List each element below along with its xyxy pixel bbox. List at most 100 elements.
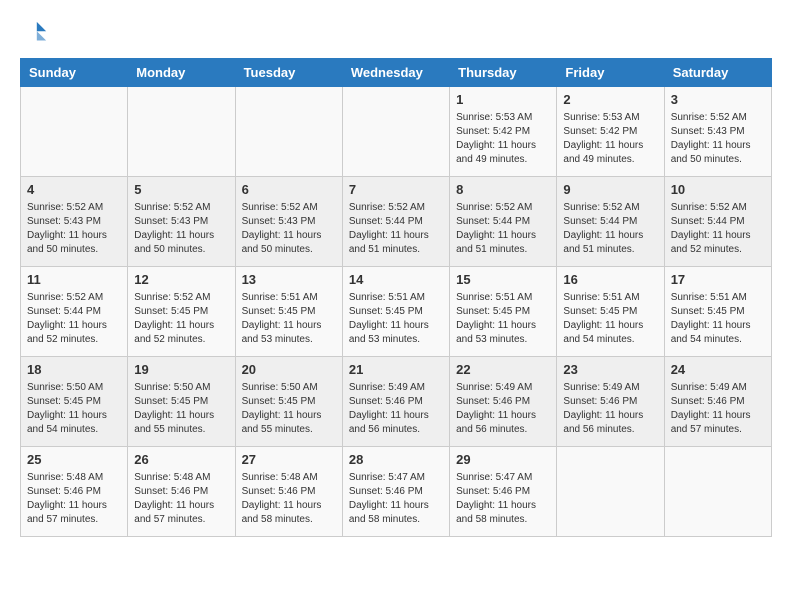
day-number: 26 [134,451,228,469]
day-number: 21 [349,361,443,379]
calendar-cell: 22 Sunrise: 5:49 AM Sunset: 5:46 PM Dayli… [450,357,557,447]
calendar-cell: 28 Sunrise: 5:47 AM Sunset: 5:46 PM Dayli… [342,447,449,537]
calendar-cell: 8 Sunrise: 5:52 AM Sunset: 5:44 PM Daylig… [450,177,557,267]
week-row-1: 1 Sunrise: 5:53 AM Sunset: 5:42 PM Daylig… [21,87,772,177]
day-number: 23 [563,361,657,379]
day-number: 7 [349,181,443,199]
page-header [20,20,772,48]
day-info: Sunrise: 5:50 AM Sunset: 5:45 PM Dayligh… [134,381,228,437]
day-info: Sunrise: 5:52 AM Sunset: 5:43 PM Dayligh… [27,201,121,257]
day-number: 29 [456,451,550,469]
day-number: 15 [456,271,550,289]
day-info: Sunrise: 5:52 AM Sunset: 5:43 PM Dayligh… [671,111,765,167]
calendar-cell: 17 Sunrise: 5:51 AM Sunset: 5:45 PM Dayli… [664,267,771,357]
day-number: 10 [671,181,765,199]
calendar-cell: 24Sunrise: 5:49 AM Sunset: 5:46 PM Dayli… [664,357,771,447]
day-number: 5 [134,181,228,199]
day-info: Sunrise: 5:51 AM Sunset: 5:45 PM Dayligh… [671,291,765,347]
day-info: Sunrise: 5:52 AM Sunset: 5:44 PM Dayligh… [563,201,657,257]
calendar-cell: 5 Sunrise: 5:52 AM Sunset: 5:43 PM Daylig… [128,177,235,267]
calendar-header-row: SundayMondayTuesdayWednesdayThursdayFrid… [21,59,772,87]
calendar-cell: 21 Sunrise: 5:49 AM Sunset: 5:46 PM Dayli… [342,357,449,447]
day-number: 8 [456,181,550,199]
logo-icon [20,20,48,48]
calendar-cell [342,87,449,177]
day-info: Sunrise: 5:50 AM Sunset: 5:45 PM Dayligh… [27,381,121,437]
calendar-cell: 19 Sunrise: 5:50 AM Sunset: 5:45 PM Dayli… [128,357,235,447]
calendar-cell: 26 Sunrise: 5:48 AM Sunset: 5:46 PM Dayli… [128,447,235,537]
day-info: Sunrise: 5:50 AM Sunset: 5:45 PM Dayligh… [242,381,336,437]
calendar-cell: 4 Sunrise: 5:52 AM Sunset: 5:43 PM Daylig… [21,177,128,267]
calendar-cell: 14Sunrise: 5:51 AM Sunset: 5:45 PM Dayli… [342,267,449,357]
week-row-4: 18 Sunrise: 5:50 AM Sunset: 5:45 PM Dayli… [21,357,772,447]
day-number: 17 [671,271,765,289]
day-info: Sunrise: 5:47 AM Sunset: 5:46 PM Dayligh… [349,471,443,527]
day-header-friday: Friday [557,59,664,87]
day-info: Sunrise: 5:52 AM Sunset: 5:44 PM Dayligh… [671,201,765,257]
day-info: Sunrise: 5:49 AM Sunset: 5:46 PM Dayligh… [563,381,657,437]
day-number: 25 [27,451,121,469]
calendar-cell: 15Sunrise: 5:51 AM Sunset: 5:45 PM Dayli… [450,267,557,357]
day-number: 19 [134,361,228,379]
day-info: Sunrise: 5:52 AM Sunset: 5:44 PM Dayligh… [27,291,121,347]
day-info: Sunrise: 5:52 AM Sunset: 5:43 PM Dayligh… [134,201,228,257]
calendar-cell: 2 Sunrise: 5:53 AM Sunset: 5:42 PM Daylig… [557,87,664,177]
day-info: Sunrise: 5:48 AM Sunset: 5:46 PM Dayligh… [27,471,121,527]
day-number: 1 [456,91,550,109]
day-info: Sunrise: 5:48 AM Sunset: 5:46 PM Dayligh… [242,471,336,527]
calendar-cell: 11 Sunrise: 5:52 AM Sunset: 5:44 PM Dayli… [21,267,128,357]
day-header-saturday: Saturday [664,59,771,87]
day-number: 24 [671,361,765,379]
day-number: 20 [242,361,336,379]
day-number: 22 [456,361,550,379]
calendar-cell: 16Sunrise: 5:51 AM Sunset: 5:45 PM Dayli… [557,267,664,357]
day-info: Sunrise: 5:53 AM Sunset: 5:42 PM Dayligh… [456,111,550,167]
day-number: 11 [27,271,121,289]
day-number: 18 [27,361,121,379]
day-number: 2 [563,91,657,109]
day-info: Sunrise: 5:49 AM Sunset: 5:46 PM Dayligh… [456,381,550,437]
calendar-cell: 25 Sunrise: 5:48 AM Sunset: 5:46 PM Dayli… [21,447,128,537]
day-number: 4 [27,181,121,199]
week-row-3: 11 Sunrise: 5:52 AM Sunset: 5:44 PM Dayli… [21,267,772,357]
calendar-cell: 10 Sunrise: 5:52 AM Sunset: 5:44 PM Dayli… [664,177,771,267]
day-header-thursday: Thursday [450,59,557,87]
calendar-cell [557,447,664,537]
calendar-cell: 12Sunrise: 5:52 AM Sunset: 5:45 PM Dayli… [128,267,235,357]
day-info: Sunrise: 5:52 AM Sunset: 5:43 PM Dayligh… [242,201,336,257]
day-number: 28 [349,451,443,469]
calendar-cell: 9 Sunrise: 5:52 AM Sunset: 5:44 PM Daylig… [557,177,664,267]
week-row-5: 25 Sunrise: 5:48 AM Sunset: 5:46 PM Dayli… [21,447,772,537]
calendar-cell [128,87,235,177]
day-info: Sunrise: 5:51 AM Sunset: 5:45 PM Dayligh… [242,291,336,347]
day-header-monday: Monday [128,59,235,87]
calendar-cell [235,87,342,177]
calendar-body: 1 Sunrise: 5:53 AM Sunset: 5:42 PM Daylig… [21,87,772,537]
day-number: 3 [671,91,765,109]
day-info: Sunrise: 5:51 AM Sunset: 5:45 PM Dayligh… [563,291,657,347]
calendar-cell: 13 Sunrise: 5:51 AM Sunset: 5:45 PM Dayli… [235,267,342,357]
calendar-cell [664,447,771,537]
day-info: Sunrise: 5:53 AM Sunset: 5:42 PM Dayligh… [563,111,657,167]
calendar-cell: 7 Sunrise: 5:52 AM Sunset: 5:44 PM Daylig… [342,177,449,267]
day-info: Sunrise: 5:52 AM Sunset: 5:45 PM Dayligh… [134,291,228,347]
day-number: 27 [242,451,336,469]
calendar-cell: 18 Sunrise: 5:50 AM Sunset: 5:45 PM Dayli… [21,357,128,447]
day-info: Sunrise: 5:52 AM Sunset: 5:44 PM Dayligh… [349,201,443,257]
day-number: 6 [242,181,336,199]
calendar-cell [21,87,128,177]
calendar-cell: 3 Sunrise: 5:52 AM Sunset: 5:43 PM Daylig… [664,87,771,177]
day-info: Sunrise: 5:52 AM Sunset: 5:44 PM Dayligh… [456,201,550,257]
day-number: 9 [563,181,657,199]
calendar-table: SundayMondayTuesdayWednesdayThursdayFrid… [20,58,772,537]
day-info: Sunrise: 5:48 AM Sunset: 5:46 PM Dayligh… [134,471,228,527]
day-info: Sunrise: 5:49 AM Sunset: 5:46 PM Dayligh… [349,381,443,437]
calendar-cell: 27 Sunrise: 5:48 AM Sunset: 5:46 PM Dayli… [235,447,342,537]
day-number: 13 [242,271,336,289]
day-number: 14 [349,271,443,289]
day-header-wednesday: Wednesday [342,59,449,87]
calendar-cell: 6 Sunrise: 5:52 AM Sunset: 5:43 PM Daylig… [235,177,342,267]
calendar-cell: 1 Sunrise: 5:53 AM Sunset: 5:42 PM Daylig… [450,87,557,177]
day-header-sunday: Sunday [21,59,128,87]
day-header-tuesday: Tuesday [235,59,342,87]
